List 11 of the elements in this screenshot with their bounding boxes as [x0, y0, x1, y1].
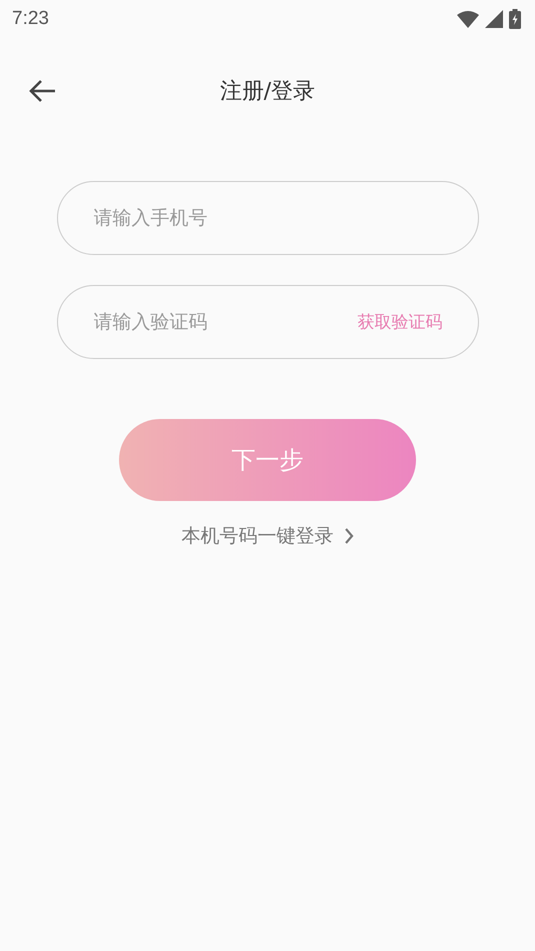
back-arrow-icon [28, 79, 56, 103]
status-time: 7:23 [12, 8, 49, 30]
chevron-right-icon [344, 528, 354, 544]
one-tap-login-link[interactable]: 本机号码一键登录 [178, 521, 358, 551]
page-title: 注册/登录 [220, 78, 316, 106]
phone-input-field[interactable]: 请输入手机号 [56, 181, 478, 255]
signal-icon [485, 10, 503, 28]
get-code-link[interactable]: 获取验证码 [358, 310, 442, 334]
wifi-icon [457, 10, 479, 28]
battery-icon [509, 9, 521, 29]
next-button[interactable]: 下一步 [119, 419, 416, 501]
